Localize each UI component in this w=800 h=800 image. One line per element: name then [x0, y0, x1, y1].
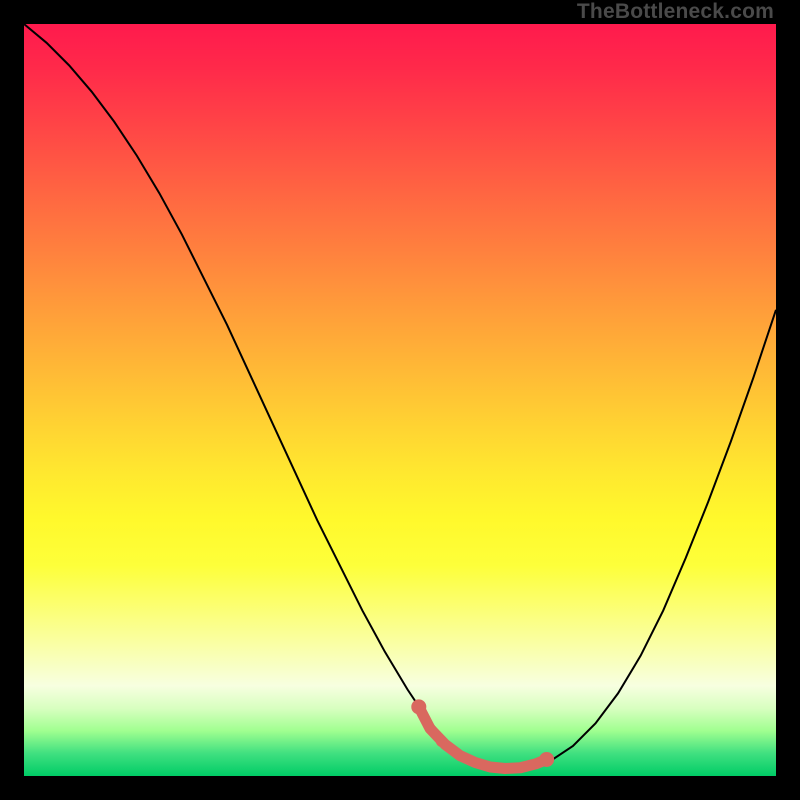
chart-svg [24, 24, 776, 776]
marker-valley-mid-dot [436, 736, 447, 747]
chart-frame: TheBottleneck.com [0, 0, 800, 800]
series-bottleneck-curve [24, 24, 776, 768]
marker-valley-right-dot [539, 752, 554, 767]
watermark-text: TheBottleneck.com [577, 0, 774, 24]
marker-valley-left-dot [411, 699, 426, 714]
